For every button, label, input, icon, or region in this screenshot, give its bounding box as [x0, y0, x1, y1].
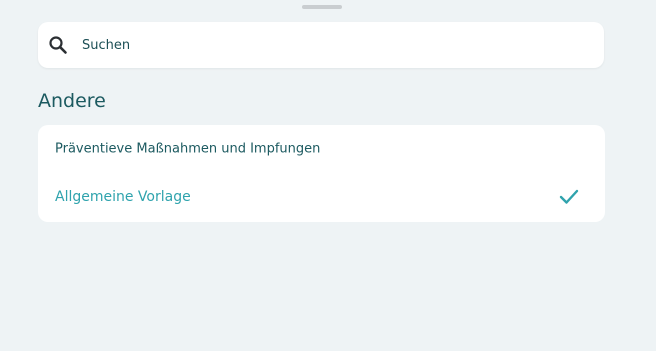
list-item-allgemeine-vorlage[interactable]: Allgemeine Vorlage	[38, 173, 605, 221]
list-item-praeventive-massnahmen[interactable]: Präventieve Maßnahmen und Impfungen	[38, 125, 605, 173]
list-item-label: Präventieve Maßnahmen und Impfungen	[55, 141, 321, 157]
section-title: Andere	[38, 90, 106, 112]
list-item-label: Allgemeine Vorlage	[55, 189, 191, 205]
sheet-drag-handle[interactable]	[302, 5, 342, 9]
search-bar[interactable]	[38, 22, 604, 68]
checkmark-icon	[559, 188, 579, 206]
template-list: Präventieve Maßnahmen und Impfungen Allg…	[38, 125, 605, 222]
search-icon	[48, 35, 68, 55]
search-input[interactable]	[82, 22, 582, 68]
